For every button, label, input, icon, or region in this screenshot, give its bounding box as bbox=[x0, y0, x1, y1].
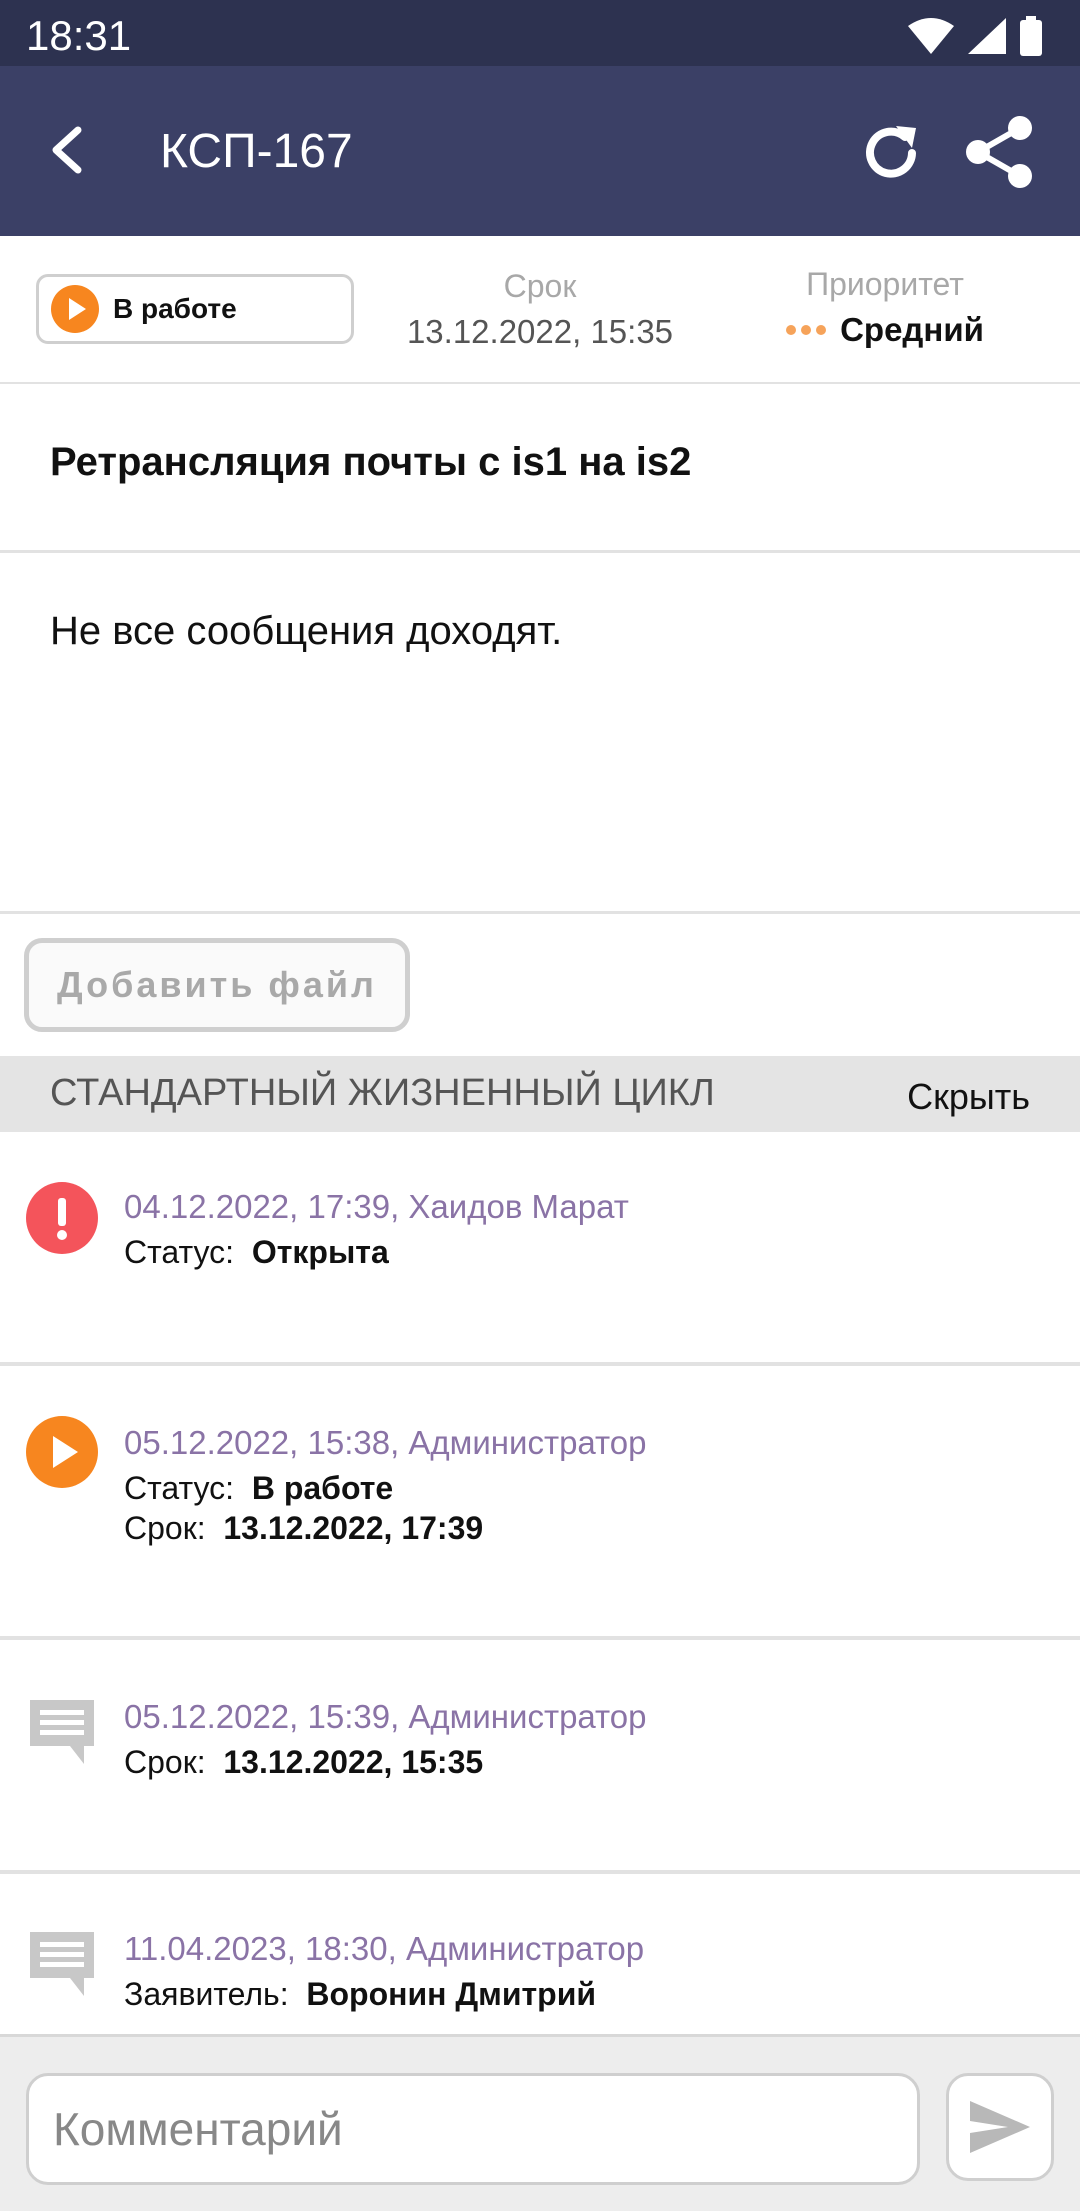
lifecycle-title: СТАНДАРТНЫЙ ЖИЗНЕННЫЙ ЦИКЛ bbox=[50, 1072, 715, 1114]
lifecycle-entry: 05.12.2022, 15:38, Администратор Статус:… bbox=[0, 1366, 1080, 1640]
entry-meta: 04.12.2022, 17:39, Хаидов Марат bbox=[124, 1188, 629, 1225]
battery-icon bbox=[1020, 16, 1042, 56]
priority-value-row: Средний bbox=[760, 311, 1010, 349]
priority-caption: Приоритет bbox=[806, 266, 964, 302]
priority-value: Средний bbox=[840, 311, 984, 348]
lifecycle-entry: 04.12.2022, 17:39, Хаидов Марат Статус: … bbox=[0, 1132, 1080, 1366]
send-icon bbox=[970, 2101, 1030, 2153]
comment-icon bbox=[30, 1700, 94, 1764]
hide-lifecycle-button[interactable]: Скрыть bbox=[907, 1076, 1030, 1118]
entry-value: 13.12.2022, 17:39 bbox=[214, 1510, 484, 1546]
entry-label: Срок: bbox=[124, 1744, 206, 1780]
deadline-value: 13.12.2022, 15:35 bbox=[406, 313, 674, 350]
entry-value: 13.12.2022, 15:35 bbox=[214, 1744, 484, 1780]
system-icons bbox=[908, 16, 1042, 56]
entry-label: Статус: bbox=[124, 1470, 235, 1506]
status-selector[interactable]: В работе bbox=[36, 274, 354, 344]
entry-meta: 05.12.2022, 15:39, Администратор bbox=[124, 1698, 647, 1735]
description-text: Не все сообщения доходят. bbox=[50, 609, 563, 653]
entry-label: Срок: bbox=[124, 1510, 206, 1546]
entry-value: В работе bbox=[242, 1470, 394, 1506]
entry-label: Заявитель: bbox=[124, 1976, 289, 2012]
add-file-button[interactable]: Добавить файл bbox=[24, 938, 410, 1032]
status-label: В работе bbox=[113, 293, 237, 324]
entry-label: Статус: bbox=[124, 1234, 235, 1270]
entry-line: Статус: В работе bbox=[124, 1470, 393, 1507]
ticket-description: Не все сообщения доходят. bbox=[0, 553, 1080, 914]
play-icon bbox=[26, 1416, 98, 1488]
deadline-block: Срок 13.12.2022, 15:35 bbox=[380, 268, 700, 351]
entry-value: Открыта bbox=[242, 1234, 389, 1270]
refresh-icon[interactable] bbox=[856, 118, 926, 188]
subject-text: Ретрансляция почты с is1 на is2 bbox=[50, 440, 692, 484]
status-bar: 18:31 bbox=[0, 0, 1080, 66]
signal-icon bbox=[968, 18, 1006, 54]
entry-line: Срок: 13.12.2022, 17:39 bbox=[124, 1510, 483, 1547]
wifi-icon bbox=[908, 18, 954, 54]
entry-meta: 05.12.2022, 15:38, Администратор bbox=[124, 1424, 647, 1461]
alert-icon bbox=[26, 1182, 98, 1254]
page-title: КСП-167 bbox=[160, 125, 353, 178]
clock: 18:31 bbox=[26, 12, 132, 59]
share-icon[interactable] bbox=[962, 114, 1038, 190]
entry-meta: 11.04.2023, 18:30, Администратор bbox=[124, 1930, 645, 1967]
comment-input[interactable]: Комментарий bbox=[26, 2073, 920, 2185]
back-arrow-icon[interactable] bbox=[44, 118, 94, 182]
ticket-info-bar: В работе Срок 13.12.2022, 15:35 Приорите… bbox=[0, 238, 1080, 384]
priority-dots-icon bbox=[786, 325, 827, 335]
send-button[interactable] bbox=[946, 2073, 1054, 2181]
priority-block[interactable]: Приоритет Средний bbox=[760, 266, 1010, 349]
entry-value: Воронин Дмитрий bbox=[297, 1976, 597, 2012]
lifecycle-entry: 05.12.2022, 15:39, Администратор Срок: 1… bbox=[0, 1640, 1080, 1874]
lifecycle-entry: 11.04.2023, 18:30, Администратор Заявите… bbox=[0, 1874, 1080, 2034]
entry-line: Заявитель: Воронин Дмитрий bbox=[124, 1976, 596, 2013]
comment-icon bbox=[30, 1932, 94, 1996]
lifecycle-header: СТАНДАРТНЫЙ ЖИЗНЕННЫЙ ЦИКЛ Скрыть bbox=[0, 1056, 1080, 1132]
entry-line: Статус: Открыта bbox=[124, 1234, 389, 1271]
comment-composer: Комментарий bbox=[0, 2034, 1080, 2211]
ticket-subject: Ретрансляция почты с is1 на is2 bbox=[0, 384, 1080, 553]
deadline-caption: Срок bbox=[503, 268, 577, 304]
app-bar: КСП-167 bbox=[0, 66, 1080, 236]
play-icon bbox=[51, 285, 99, 333]
entry-line: Срок: 13.12.2022, 15:35 bbox=[124, 1744, 483, 1781]
